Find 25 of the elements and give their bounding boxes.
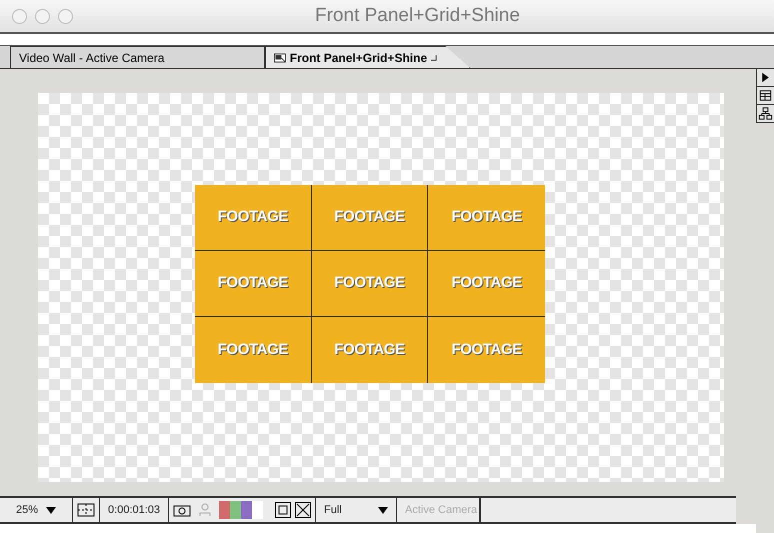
caret-icon (378, 506, 388, 514)
footage-label: FOOTAGE (334, 206, 405, 227)
timecode[interactable]: 0:00:01:03 (99, 498, 170, 522)
resolution-dropdown[interactable]: Full (315, 498, 398, 522)
tab[interactable]: Front Panel+Grid+Shine (265, 46, 470, 68)
footage-label: FOOTAGE (334, 273, 405, 294)
footage-label: FOOTAGE (334, 340, 405, 360)
footage-label: FOOTAGE (451, 273, 522, 294)
color-channels-icon[interactable] (219, 501, 264, 519)
footage-label: FOOTAGE (451, 340, 522, 360)
close-box-icon[interactable] (431, 54, 437, 62)
flowchart-icon[interactable] (757, 105, 774, 123)
safe-zones-icon[interactable] (77, 503, 96, 517)
window-title: Front Panel+Grid+Shine (315, 4, 520, 28)
composition-icon (274, 52, 286, 64)
region-icon[interactable] (275, 502, 292, 518)
camera-icon[interactable] (173, 503, 192, 517)
footage-label: FOOTAGE (218, 273, 288, 294)
tab[interactable]: Video Wall - Active Camera (10, 46, 265, 68)
footage-label: FOOTAGE (218, 206, 288, 227)
footage-label: FOOTAGE (451, 206, 522, 227)
footage-label: FOOTAGE (218, 340, 288, 360)
transparency-grid-icon[interactable] (295, 502, 312, 518)
magnification-dropdown[interactable]: 25% (0, 498, 74, 522)
caret-icon (46, 506, 56, 514)
